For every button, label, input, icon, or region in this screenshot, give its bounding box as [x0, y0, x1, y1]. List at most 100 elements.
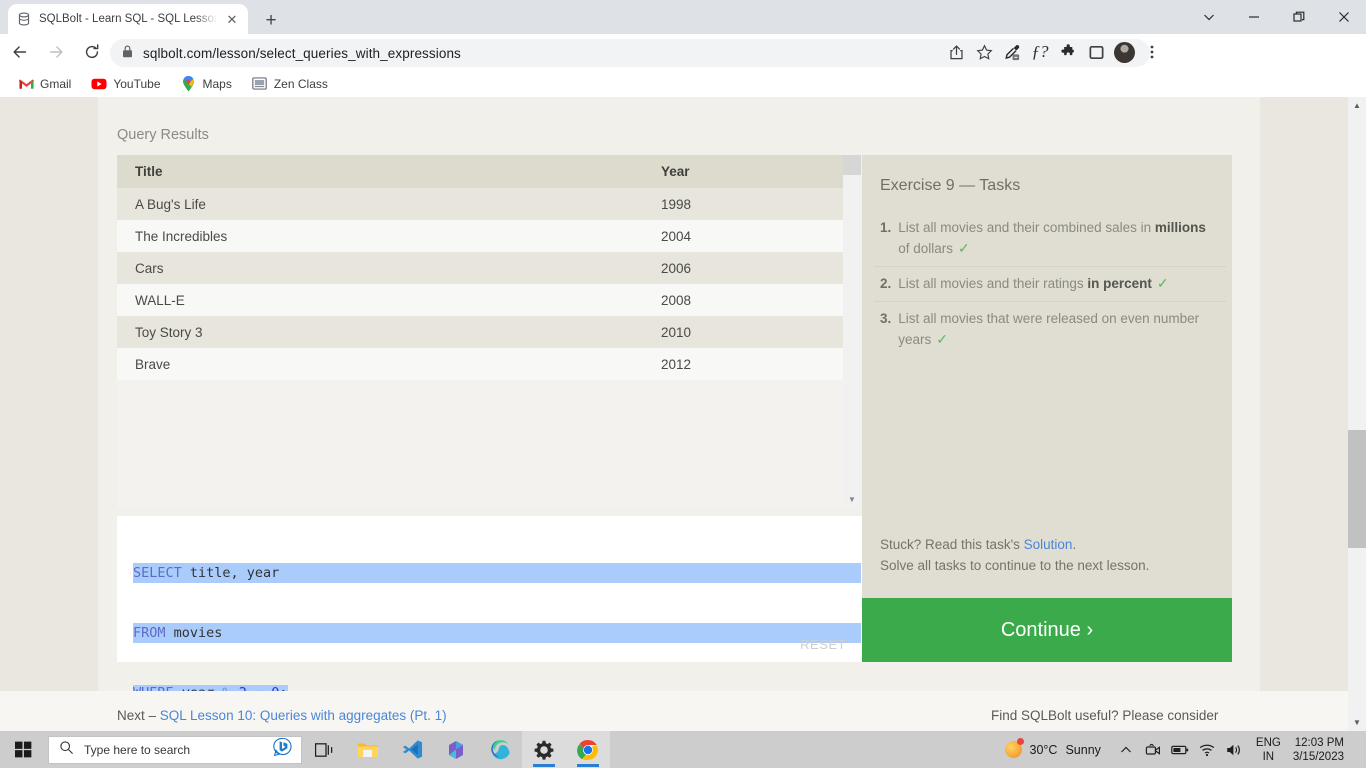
cell-year: 2004: [643, 220, 843, 252]
reset-button[interactable]: RESET: [800, 637, 846, 652]
exercise-panel: Exercise 9 — Tasks 1. List all movies an…: [862, 155, 1232, 598]
running-indicator: [577, 764, 599, 767]
url-text: sqlbolt.com/lesson/select_queries_with_e…: [143, 45, 461, 61]
show-desktop-button[interactable]: [1354, 731, 1360, 768]
consider-text: Find SQLBolt useful? Please consider: [991, 708, 1219, 723]
results-scrollbar-thumb[interactable]: [843, 155, 861, 175]
table-row: Brave 2012: [117, 348, 843, 380]
bookmark-label: Gmail: [40, 76, 72, 91]
browser-toolbar: sqlbolt.com/lesson/select_queries_with_e…: [0, 34, 1366, 70]
weather-temp: 30°C: [1029, 742, 1058, 757]
task-text-before: List all movies and their ratings: [898, 276, 1088, 291]
cell-title: WALL-E: [117, 284, 643, 316]
weather-condition: Sunny: [1065, 742, 1101, 757]
weather-widget[interactable]: 30°C Sunny: [999, 738, 1113, 758]
bookmarks-bar: Gmail YouTube Maps Zen Class: [0, 70, 1366, 97]
edge-icon[interactable]: [478, 731, 522, 768]
camera-icon[interactable]: [1140, 731, 1167, 768]
column-header-year: Year: [643, 155, 843, 188]
code-line-1: SELECT title, year: [133, 563, 861, 583]
show-hidden-icons-chevron[interactable]: [1113, 731, 1140, 768]
page-background: Query Results Title Year A Bug's Life 199…: [0, 97, 1348, 731]
gmail-icon: [18, 76, 34, 92]
exercise-task-3: 3. List all movies that were released on…: [874, 302, 1226, 357]
restore-icon[interactable]: [1276, 0, 1321, 34]
continue-button[interactable]: Continue ›: [862, 598, 1232, 662]
search-input[interactable]: Type here to search: [48, 735, 302, 764]
language-indicator[interactable]: ENG IN: [1248, 736, 1289, 764]
query-results-panel: Title Year A Bug's Life 1998 The Incredib…: [117, 155, 861, 508]
star-icon[interactable]: [970, 38, 998, 66]
task-view-icon[interactable]: [302, 731, 346, 768]
bookmark-maps[interactable]: Maps: [173, 73, 240, 95]
forward-arrow-icon[interactable]: [40, 36, 72, 68]
scroll-up-arrow-icon[interactable]: ▲: [1348, 97, 1366, 114]
bookmark-zen-class[interactable]: Zen Class: [244, 73, 336, 95]
page-scrollbar-thumb[interactable]: [1348, 430, 1366, 548]
file-explorer-icon[interactable]: [346, 731, 390, 768]
share-icon[interactable]: [942, 38, 970, 66]
page-scrollbar[interactable]: ▲ ▼: [1348, 97, 1366, 731]
minimize-icon[interactable]: [1231, 0, 1276, 34]
chrome-icon[interactable]: [566, 731, 610, 768]
next-lesson-line: Next – SQL Lesson 10: Queries with aggre…: [117, 708, 447, 723]
exercise-task-list: 1. List all movies and their combined sa…: [874, 211, 1226, 357]
taskbar-clock[interactable]: 12:03 PM 3/15/2023: [1289, 736, 1354, 764]
task-number: 2.: [880, 276, 892, 291]
sun-icon: [1004, 738, 1024, 758]
close-window-icon[interactable]: [1321, 0, 1366, 34]
zen-class-icon: [252, 76, 268, 92]
office-icon[interactable]: [434, 731, 478, 768]
tab-strip: SQLBolt - Learn SQL - SQL Lesson 9: Quer…: [0, 0, 1366, 34]
chrome-menu-icon[interactable]: [1138, 38, 1166, 66]
bing-chat-icon[interactable]: [273, 737, 293, 762]
results-table-body: A Bug's Life 1998 The Incredibles 2004 Car…: [117, 188, 843, 380]
scroll-down-arrow-icon[interactable]: ▼: [1348, 714, 1366, 731]
task-number: 3.: [880, 311, 892, 326]
task-text: List all movies that were released on ev…: [898, 308, 1216, 350]
database-icon: [16, 11, 32, 27]
windows-start-icon[interactable]: [0, 731, 46, 768]
reload-icon[interactable]: [76, 36, 108, 68]
cell-title: Toy Story 3: [117, 316, 643, 348]
search-icon: [59, 740, 74, 760]
vscode-icon[interactable]: [390, 731, 434, 768]
close-icon[interactable]: ✕: [224, 11, 240, 27]
new-tab-button[interactable]: +: [258, 7, 284, 33]
browser-tab[interactable]: SQLBolt - Learn SQL - SQL Lesson 9: Quer…: [8, 4, 248, 34]
lesson-content-column: Query Results Title Year A Bug's Life 199…: [98, 97, 1260, 701]
wifi-icon[interactable]: [1194, 731, 1221, 768]
results-table: Title Year A Bug's Life 1998 The Incredib…: [117, 155, 843, 380]
hint-line-2: Solve all tasks to continue to the next …: [880, 558, 1150, 573]
solution-link[interactable]: Solution: [1024, 537, 1073, 552]
results-scrollbar[interactable]: ▲ ▼: [843, 155, 861, 508]
back-arrow-icon[interactable]: [4, 36, 36, 68]
clock-time: 12:03 PM: [1294, 736, 1344, 749]
search-placeholder: Type here to search: [84, 742, 191, 757]
hint-prefix: Stuck? Read this task's: [880, 537, 1024, 552]
volume-icon[interactable]: [1221, 731, 1248, 768]
task-check-icon: ✓: [958, 240, 970, 256]
clock-date: 3/15/2023: [1292, 750, 1344, 763]
bookmark-youtube[interactable]: YouTube: [83, 73, 168, 95]
toolbar-extensions: ƒ?: [942, 38, 1166, 66]
fontface-icon[interactable]: ƒ?: [1026, 38, 1054, 66]
puzzle-extensions-icon[interactable]: [1054, 38, 1082, 66]
sql-editor[interactable]: SELECT title, year FROM movies WHERE yea…: [117, 516, 862, 701]
next-lesson-link[interactable]: SQL Lesson 10: Queries with aggregates (…: [160, 708, 447, 723]
profile-avatar[interactable]: [1110, 38, 1138, 66]
column-header-title: Title: [117, 155, 643, 188]
exercise-task-2: 2. List all movies and their ratings in …: [874, 267, 1226, 302]
cell-year: 2006: [643, 252, 843, 284]
bookmark-label: Maps: [202, 76, 232, 91]
scroll-down-arrow-icon[interactable]: ▼: [843, 491, 861, 508]
browser-window: SQLBolt - Learn SQL - SQL Lesson 9: Quer…: [0, 0, 1366, 768]
eyedropper-icon[interactable]: [998, 38, 1026, 66]
bookmark-gmail[interactable]: Gmail: [10, 73, 79, 95]
chevron-down-icon[interactable]: [1186, 0, 1231, 34]
table-row: Toy Story 3 2010: [117, 316, 843, 348]
sidepanel-icon[interactable]: [1082, 38, 1110, 66]
battery-icon[interactable]: [1167, 731, 1194, 768]
settings-icon[interactable]: [522, 731, 566, 768]
exercise-hints: Stuck? Read this task's Solution. Solve …: [880, 534, 1220, 576]
